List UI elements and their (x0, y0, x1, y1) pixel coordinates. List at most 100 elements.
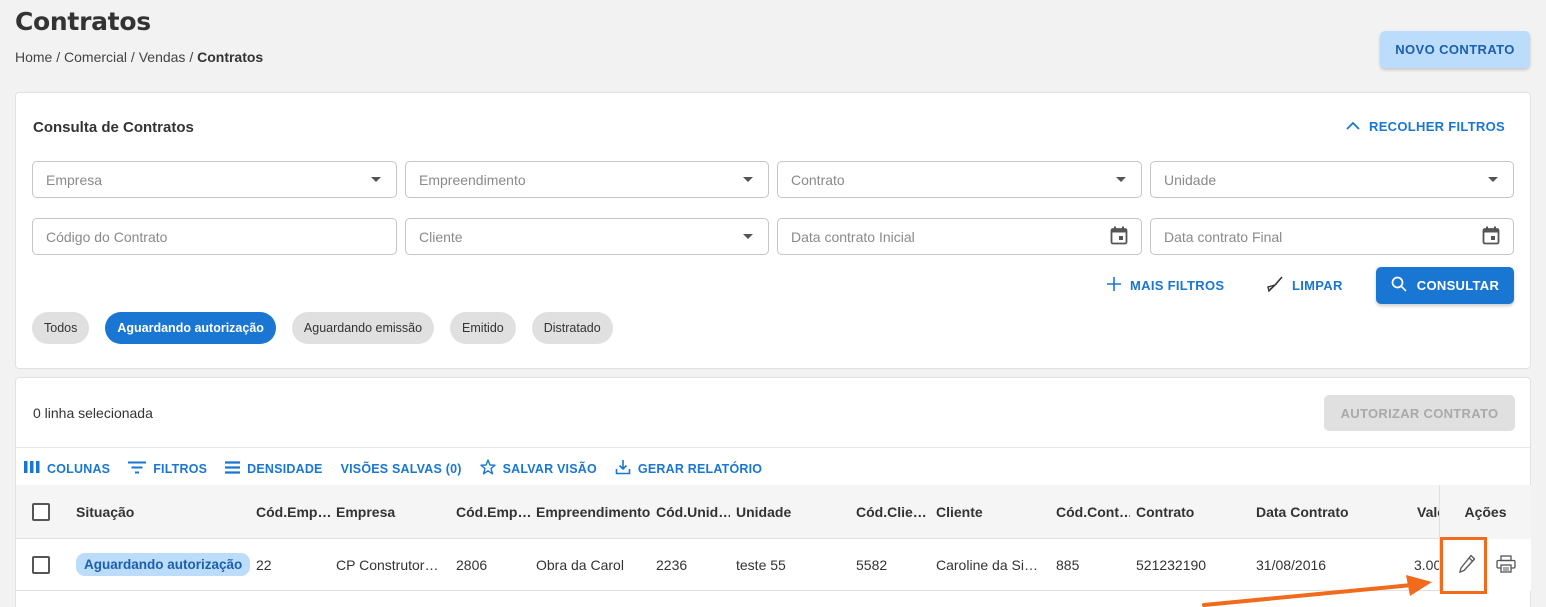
header-cod-unidade[interactable]: Cód.Unid… (656, 485, 730, 538)
chip-todos[interactable]: Todos (32, 312, 90, 344)
cell-cod-empreendimento: 2806 (456, 556, 488, 573)
cell-cod-unidade: 2236 (656, 556, 688, 573)
chip-emitido[interactable]: Emitido (450, 312, 516, 344)
data-final-placeholder: Data contrato Final (1164, 228, 1283, 245)
density-icon (225, 460, 241, 477)
clear-label: LIMPAR (1292, 278, 1343, 293)
header-cod-contrato[interactable]: Cód.Cont… (1056, 485, 1130, 538)
header-cliente[interactable]: Cliente (936, 485, 1046, 538)
download-icon (615, 459, 631, 478)
page-title: Contratos (15, 7, 151, 36)
filters-card: Consulta de Contratos RECOLHER FILTROS E… (15, 92, 1531, 369)
saved-views-label: VISÕES SALVAS (0) (340, 461, 462, 476)
collapse-filters-button[interactable]: RECOLHER FILTROS (1346, 119, 1505, 134)
breadcrumb-separator: / (185, 49, 198, 65)
annotation-highlight-box (1440, 537, 1487, 594)
grid-toolbar: COLUNAS FILTROS DENSIDADE VISÕES SALVAS … (24, 459, 762, 478)
dropdown-arrow-icon (1116, 177, 1126, 182)
empreendimento-placeholder: Empreendimento (419, 171, 526, 188)
density-button[interactable]: DENSIDADE (225, 460, 323, 477)
calendar-icon[interactable] (1110, 226, 1128, 248)
header-cod-empresa[interactable]: Cód.Emp… (256, 485, 330, 538)
save-view-label: SALVAR VISÃO (502, 461, 597, 476)
header-acoes: Ações (1440, 485, 1531, 539)
breadcrumb-vendas[interactable]: Vendas (139, 49, 186, 65)
search-button[interactable]: CONSULTAR (1376, 267, 1514, 304)
header-valor[interactable]: Valo (1417, 485, 1439, 538)
chip-aguardando-autorizacao[interactable]: Aguardando autorização (105, 312, 276, 344)
cliente-placeholder: Cliente (419, 228, 463, 245)
selection-info: 0 linha selecionada (33, 405, 153, 421)
contrato-select[interactable]: Contrato (777, 161, 1142, 198)
breadcrumb-comercial[interactable]: Comercial (64, 49, 127, 65)
select-all-checkbox[interactable] (32, 502, 50, 521)
star-icon (479, 459, 496, 478)
saved-views-button[interactable]: VISÕES SALVAS (0) (341, 462, 462, 476)
status-badge: Aguardando autorização (76, 553, 251, 576)
generate-report-button[interactable]: GERAR RELATÓRIO (615, 459, 762, 478)
printer-icon (1496, 554, 1516, 578)
chip-aguardando-emissao[interactable]: Aguardando emissão (291, 312, 435, 344)
dropdown-arrow-icon (743, 234, 753, 239)
header-unidade[interactable]: Unidade (736, 485, 846, 538)
breadcrumb-home[interactable]: Home (15, 49, 52, 65)
authorize-contract-button[interactable]: AUTORIZAR CONTRATO (1324, 395, 1515, 431)
annotation-arrow-icon (1202, 575, 1432, 607)
search-label: CONSULTAR (1416, 278, 1500, 293)
breadcrumb-separator: / (127, 49, 139, 65)
codigo-contrato-input[interactable]: Código do Contrato (32, 218, 397, 255)
dropdown-arrow-icon (743, 177, 753, 182)
empresa-select[interactable]: Empresa (32, 161, 397, 198)
calendar-icon[interactable] (1482, 226, 1500, 248)
new-contract-button[interactable]: NOVO CONTRATO (1380, 31, 1530, 68)
divider (16, 447, 1530, 448)
select-all-cell (32, 485, 56, 538)
breadcrumb-current: Contratos (197, 49, 264, 65)
filter-lines-icon (128, 461, 147, 477)
columns-button[interactable]: COLUNAS (24, 461, 110, 476)
dropdown-arrow-icon (371, 177, 381, 182)
header-contrato[interactable]: Contrato (1136, 485, 1246, 538)
unidade-placeholder: Unidade (1164, 171, 1217, 188)
breadcrumb-separator: / (52, 49, 65, 65)
data-inicial-input[interactable]: Data contrato Inicial (777, 218, 1142, 255)
save-view-button[interactable]: SALVAR VISÃO (479, 459, 597, 478)
cell-empresa: CP Construtor… (336, 556, 439, 573)
density-label: DENSIDADE (247, 461, 323, 476)
cell-cod-contrato: 885 (1056, 556, 1080, 573)
contrato-placeholder: Contrato (791, 171, 845, 188)
print-button[interactable] (1492, 553, 1520, 579)
chevron-up-icon (1346, 119, 1360, 134)
cliente-select[interactable]: Cliente (405, 218, 769, 255)
cell-empreendimento: Obra da Carol (536, 556, 624, 573)
more-filters-label: MAIS FILTROS (1130, 278, 1225, 293)
empreendimento-select[interactable]: Empreendimento (405, 161, 769, 198)
header-empreendimento[interactable]: Empreendimento (536, 485, 651, 538)
collapse-filters-label: RECOLHER FILTROS (1369, 119, 1505, 134)
header-empresa[interactable]: Empresa (336, 485, 446, 538)
clear-button[interactable]: LIMPAR (1266, 267, 1343, 304)
data-final-input[interactable]: Data contrato Final (1150, 218, 1514, 255)
data-inicial-placeholder: Data contrato Inicial (791, 228, 915, 245)
plus-icon (1106, 276, 1122, 295)
cell-situacao: Aguardando autorização (76, 539, 251, 590)
row-checkbox[interactable] (32, 555, 50, 574)
filters-label: FILTROS (153, 461, 208, 476)
unidade-select[interactable]: Unidade (1150, 161, 1514, 198)
chip-distratado[interactable]: Distratado (531, 312, 613, 344)
status-chips: Todos Aguardando autorização Aguardando … (32, 312, 613, 344)
search-icon (1391, 276, 1407, 295)
grid-header: Situação Cód.Emp… Empresa Cód.Emp… Empre… (16, 485, 1530, 539)
header-data-contrato[interactable]: Data Contrato (1256, 485, 1406, 538)
cell-cliente: Caroline da Si… (936, 556, 1038, 573)
codigo-contrato-placeholder: Código do Contrato (46, 228, 168, 245)
cell-cod-cliente: 5582 (856, 556, 888, 573)
filters-button[interactable]: FILTROS (128, 461, 207, 477)
broom-icon (1266, 275, 1284, 296)
header-situacao[interactable]: Situação (76, 485, 251, 538)
header-cod-empreendimento[interactable]: Cód.Emp… (456, 485, 530, 538)
filters-title: Consulta de Contratos (33, 119, 194, 136)
header-cod-cliente[interactable]: Cód.Clie… (856, 485, 930, 538)
more-filters-button[interactable]: MAIS FILTROS (1106, 267, 1224, 304)
cell-unidade: teste 55 (736, 556, 786, 573)
